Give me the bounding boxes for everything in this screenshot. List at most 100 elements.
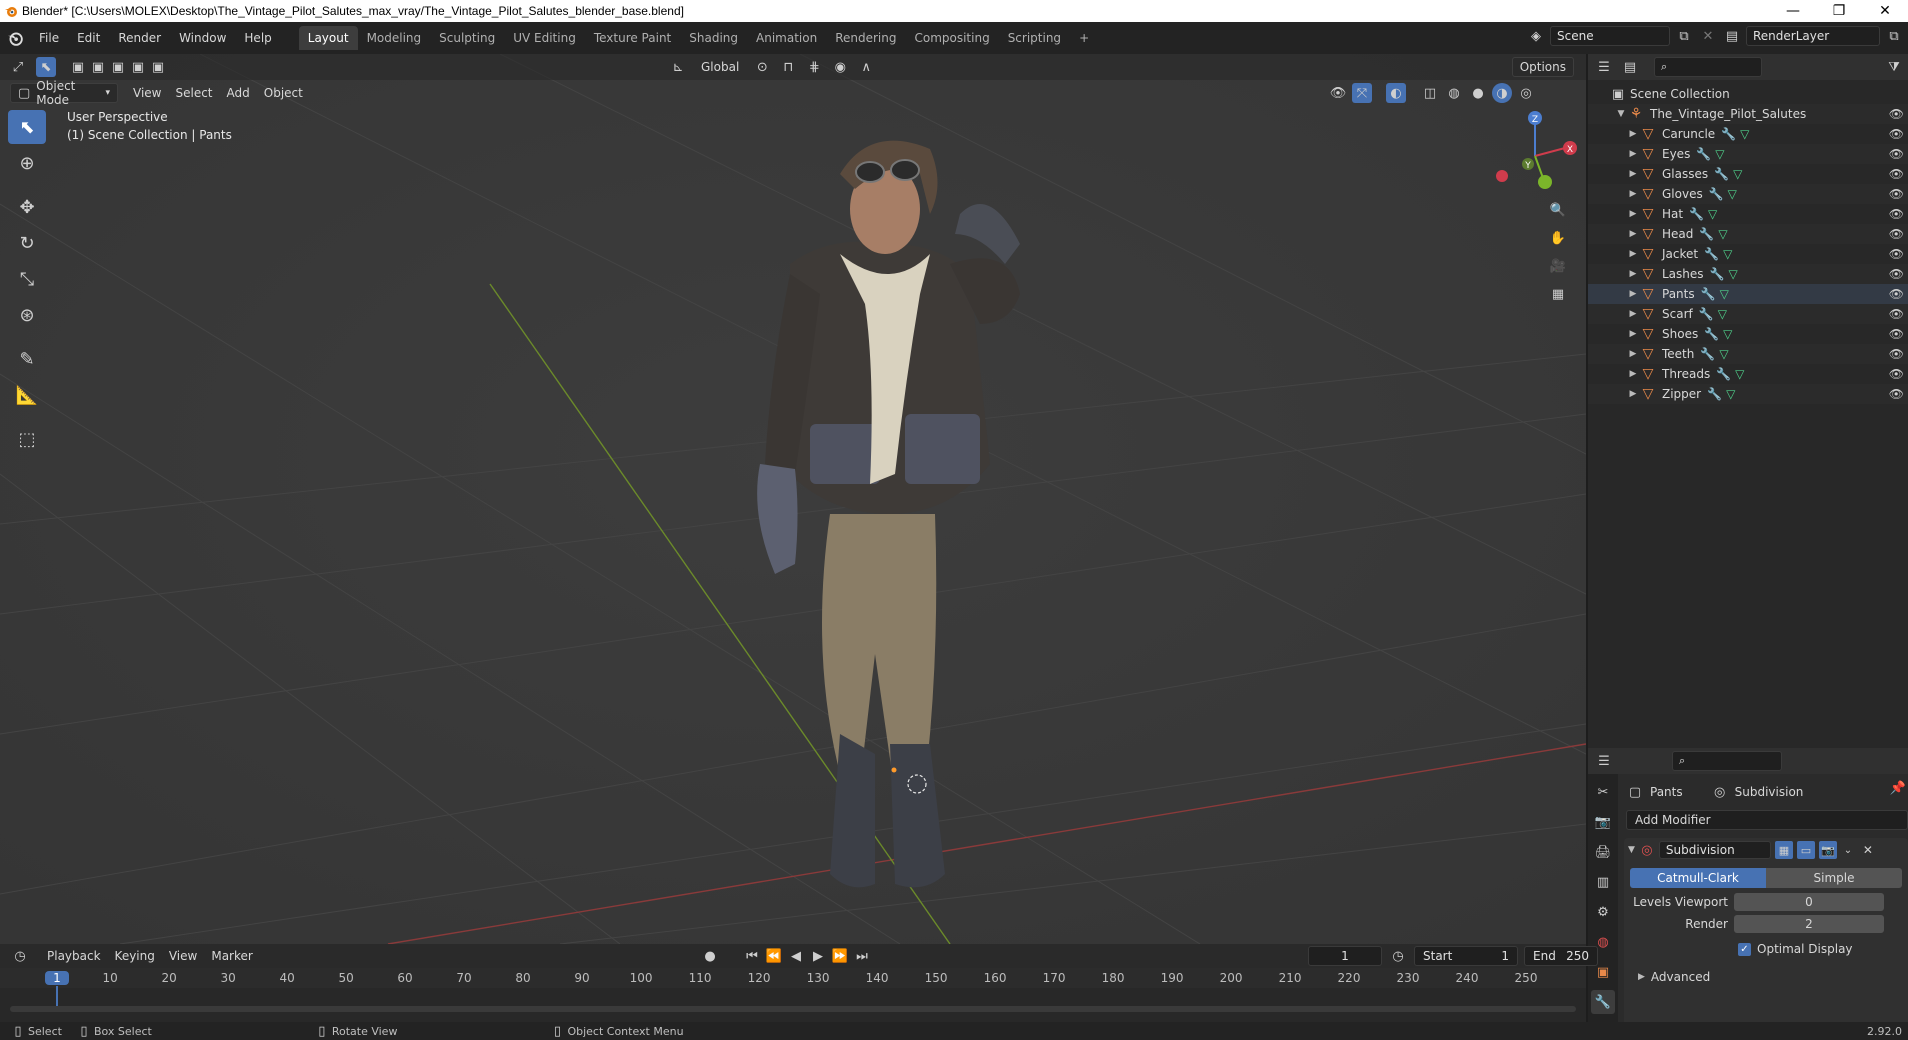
perspective-toggle-icon[interactable]: ▦	[1548, 284, 1568, 304]
select-box-tool-icon[interactable]: ⬉	[8, 110, 46, 144]
catmull-clark-button[interactable]: Catmull-Clark	[1630, 868, 1766, 888]
pivot-point-icon[interactable]: ⊙	[752, 57, 772, 77]
modifier-name-field[interactable]: Subdivision	[1658, 841, 1771, 859]
mesh-data-icon[interactable]: ▽	[1718, 227, 1727, 241]
expand-triangle-icon[interactable]: ▼	[1614, 109, 1628, 119]
menu-file[interactable]: File	[30, 26, 68, 50]
eye-icon[interactable]: 👁	[1889, 347, 1904, 361]
xray-toggle-icon[interactable]: ◫	[1420, 83, 1440, 103]
outliner-editor-icon[interactable]: ☰	[1594, 57, 1614, 77]
expand-triangle-icon[interactable]: ▶	[1626, 129, 1640, 139]
pan-hand-icon[interactable]: ✋	[1548, 228, 1568, 248]
eye-icon[interactable]: 👁	[1889, 107, 1904, 121]
new-scene-icon[interactable]: ⧉	[1674, 26, 1694, 46]
modifier-menu-chevron-icon[interactable]: ⌄	[1841, 840, 1855, 860]
tree-object-gloves[interactable]: ▶ ▽ Gloves 🔧 ▽ 👁	[1588, 184, 1908, 204]
minimize-button[interactable]: —	[1770, 0, 1816, 22]
collapse-triangle-icon[interactable]: ▼	[1628, 845, 1635, 855]
tab-rendering[interactable]: Rendering	[826, 26, 905, 50]
gizmo-toggle-icon[interactable]: ⤧	[1352, 83, 1372, 103]
modifier-wrench-icon[interactable]: 🔧	[1707, 387, 1722, 401]
timeline-menu-keying[interactable]: Keying	[108, 946, 162, 966]
advanced-subpanel-header[interactable]: ▶ Advanced	[1638, 968, 1908, 986]
current-frame-field[interactable]: 1	[1308, 946, 1382, 966]
timeline-menu-playback[interactable]: Playback	[40, 946, 108, 966]
blender-menu-icon[interactable]	[0, 30, 30, 46]
eye-icon[interactable]: 👁	[1889, 127, 1904, 141]
cursor-tool-icon[interactable]: ⊕	[8, 146, 46, 180]
prev-keyframe-icon[interactable]: ⏪	[764, 946, 784, 966]
select-tool-icon[interactable]: ⬉	[36, 57, 56, 77]
modifier-wrench-icon[interactable]: 🔧	[1696, 147, 1711, 161]
tab-animation[interactable]: Animation	[747, 26, 826, 50]
add-workspace-button[interactable]: +	[1070, 26, 1098, 50]
properties-editor-icon[interactable]: ☰	[1594, 751, 1614, 771]
mesh-data-icon[interactable]: ▽	[1740, 127, 1749, 141]
tree-object-jacket[interactable]: ▶ ▽ Jacket 🔧 ▽ 👁	[1588, 244, 1908, 264]
expand-triangle-icon[interactable]: ▶	[1626, 169, 1640, 179]
jump-start-icon[interactable]: ⏮	[742, 946, 762, 966]
outliner-search-input[interactable]: ⌕	[1654, 57, 1762, 77]
modifier-wrench-icon[interactable]: 🔧	[1689, 207, 1704, 221]
tab-modeling[interactable]: Modeling	[358, 26, 431, 50]
expand-triangle-icon[interactable]: ▶	[1626, 309, 1640, 319]
eye-icon[interactable]: 👁	[1889, 167, 1904, 181]
expand-triangle-icon[interactable]: ▶	[1626, 209, 1640, 219]
mesh-data-icon[interactable]: ▽	[1735, 367, 1744, 381]
eye-icon[interactable]: 👁	[1889, 287, 1904, 301]
expand-triangle-icon[interactable]: ▶	[1626, 149, 1640, 159]
options-dropdown[interactable]: Options	[1511, 57, 1574, 77]
frame-ruler[interactable]: 1 10 20 30 40 50 60 70 80 90 100 110 120 130 140 150 160…	[0, 968, 1586, 1012]
scene-field[interactable]: Scene	[1550, 26, 1670, 46]
jump-end-icon[interactable]: ⏭	[852, 946, 872, 966]
simple-button[interactable]: Simple	[1766, 868, 1902, 888]
add-modifier-dropdown[interactable]: Add Modifier	[1626, 810, 1908, 830]
shading-solid-icon[interactable]: ●	[1468, 83, 1488, 103]
expand-triangle-icon[interactable]: ▶	[1626, 349, 1640, 359]
modifier-wrench-icon[interactable]: 🔧	[1704, 247, 1719, 261]
eye-icon[interactable]: 👁	[1889, 327, 1904, 341]
modifier-wrench-icon[interactable]: 🔧	[1699, 307, 1714, 321]
expand-triangle-icon[interactable]: ▶	[1626, 329, 1640, 339]
transform-tool-icon[interactable]: ⊛	[8, 298, 46, 332]
mesh-data-icon[interactable]: ▽	[1719, 347, 1728, 361]
renderlayer-field[interactable]: RenderLayer	[1746, 26, 1880, 46]
menu-render[interactable]: Render	[109, 26, 170, 50]
output-tab-icon[interactable]: 🖨	[1591, 840, 1615, 864]
filter-icon[interactable]: ⧩	[1884, 57, 1904, 77]
eye-icon[interactable]: 👁	[1889, 187, 1904, 201]
tree-object-threads[interactable]: ▶ ▽ Threads 🔧 ▽ 👁	[1588, 364, 1908, 384]
3d-viewport[interactable]: ⤢ ⬉ ▣ ▣ ▣ ▣ ▣ ⊾ Global ⊙ ⊓ ⋕ ◉ ∧ Options…	[0, 54, 1586, 944]
display-mode-icon[interactable]: ▤	[1620, 57, 1640, 77]
viewport-menu-object[interactable]: Object	[257, 83, 310, 103]
mesh-data-icon[interactable]: ▽	[1715, 147, 1724, 161]
render-levels-field[interactable]: 2	[1734, 915, 1884, 933]
expand-triangle-icon[interactable]: ▶	[1626, 289, 1640, 299]
eye-icon[interactable]: 👁	[1889, 147, 1904, 161]
levels-viewport-field[interactable]: 0	[1734, 893, 1884, 911]
view-layer-tab-icon[interactable]: ▥	[1591, 870, 1615, 894]
timeline-menu-view[interactable]: View	[162, 946, 204, 966]
scene-tab-icon[interactable]: ⚙	[1591, 900, 1615, 924]
tree-object-teeth[interactable]: ▶ ▽ Teeth 🔧 ▽ 👁	[1588, 344, 1908, 364]
viewport-menu-view[interactable]: View	[126, 83, 168, 103]
remove-scene-icon[interactable]: ✕	[1698, 26, 1718, 46]
camera-view-icon[interactable]: 🎥	[1548, 256, 1568, 276]
select-mode-invert-icon[interactable]: ▣	[128, 57, 148, 77]
mesh-data-icon[interactable]: ▽	[1726, 387, 1735, 401]
viewport-toggle-icon[interactable]: ▭	[1796, 841, 1815, 859]
tool-tab-icon[interactable]: ✂	[1591, 780, 1615, 804]
mesh-data-icon[interactable]: ▽	[1720, 287, 1729, 301]
timeline-menu-marker[interactable]: Marker	[204, 946, 259, 966]
render-tab-icon[interactable]: 📷	[1591, 810, 1615, 834]
timeline-scrollbar[interactable]	[10, 1006, 1576, 1012]
tab-sculpting[interactable]: Sculpting	[430, 26, 504, 50]
shading-wireframe-icon[interactable]: ◍	[1444, 83, 1464, 103]
start-frame-field[interactable]: Start 1	[1414, 946, 1518, 966]
modifier-tab-icon[interactable]: 🔧	[1591, 990, 1615, 1014]
optimal-display-checkbox[interactable]: ✓	[1738, 942, 1751, 956]
record-icon[interactable]: ●	[700, 946, 720, 966]
modifier-wrench-icon[interactable]: 🔧	[1699, 227, 1714, 241]
snap-icon[interactable]: ⊓	[778, 57, 798, 77]
close-button[interactable]: ✕	[1862, 0, 1908, 22]
